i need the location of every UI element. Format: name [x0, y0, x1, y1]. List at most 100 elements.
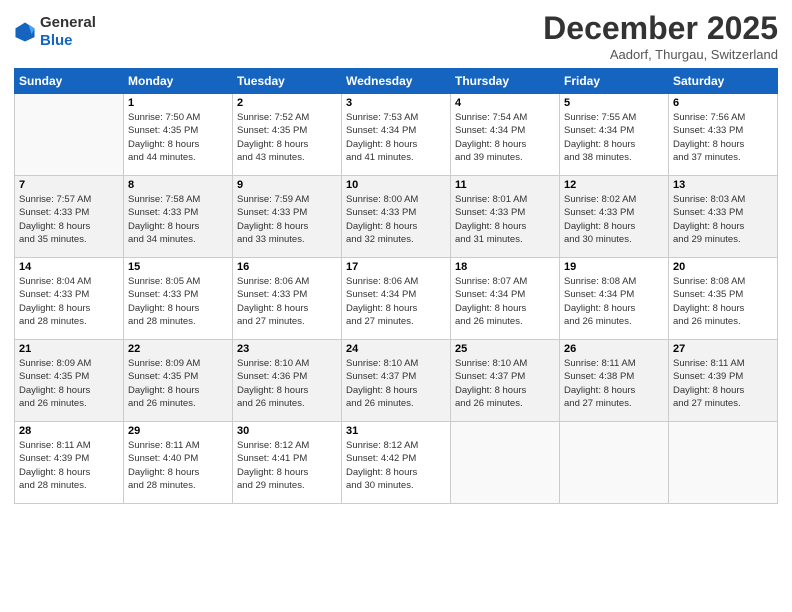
day-info: Sunrise: 7:59 AM Sunset: 4:33 PM Dayligh… — [237, 193, 337, 246]
day-number: 24 — [346, 343, 446, 355]
day-number: 19 — [564, 261, 664, 273]
day-cell: 2Sunrise: 7:52 AM Sunset: 4:35 PM Daylig… — [233, 94, 342, 176]
day-number: 14 — [19, 261, 119, 273]
day-cell: 11 Sunrise: 8:01 AM Sunset: 4:33 PM Dayli… — [451, 176, 560, 258]
day-number: 22 — [128, 343, 228, 355]
day-cell: 6 Sunrise: 7:56 AM Sunset: 4:33 PM Daylig… — [669, 94, 778, 176]
day-cell: 16 Sunrise: 8:06 AM Sunset: 4:33 PM Dayli… — [233, 258, 342, 340]
weekday-header-saturday: Saturday — [669, 69, 778, 94]
logo-icon — [14, 21, 36, 43]
day-number: 5 — [564, 97, 664, 109]
day-number: 29 — [128, 425, 228, 437]
day-number: 18 — [455, 261, 555, 273]
day-cell — [451, 422, 560, 504]
day-cell: 29Sunrise: 8:11 AM Sunset: 4:40 PM Dayli… — [124, 422, 233, 504]
logo: General Blue — [14, 14, 96, 50]
weekday-header-monday: Monday — [124, 69, 233, 94]
day-number: 30 — [237, 425, 337, 437]
day-cell: 23 Sunrise: 8:10 AM Sunset: 4:36 PM Dayli… — [233, 340, 342, 422]
day-info: Sunrise: 7:56 AM Sunset: 4:33 PM Dayligh… — [673, 111, 773, 164]
day-info: Sunrise: 8:10 AM Sunset: 4:36 PM Dayligh… — [237, 357, 337, 410]
day-info: Sunrise: 7:55 AM Sunset: 4:34 PM Dayligh… — [564, 111, 664, 164]
week-row-3: 14 Sunrise: 8:04 AM Sunset: 4:33 PM Dayli… — [15, 258, 778, 340]
day-number: 16 — [237, 261, 337, 273]
day-info: Sunrise: 7:54 AM Sunset: 4:34 PM Dayligh… — [455, 111, 555, 164]
day-info: Sunrise: 8:11 AM Sunset: 4:39 PM Dayligh… — [19, 439, 119, 492]
day-info: Sunrise: 8:12 AM Sunset: 4:42 PM Dayligh… — [346, 439, 446, 492]
week-row-2: 7 Sunrise: 7:57 AM Sunset: 4:33 PM Daylig… — [15, 176, 778, 258]
week-row-5: 28 Sunrise: 8:11 AM Sunset: 4:39 PM Dayli… — [15, 422, 778, 504]
weekday-header-row: SundayMondayTuesdayWednesdayThursdayFrid… — [15, 69, 778, 94]
logo-text-blue: Blue — [40, 32, 96, 50]
day-info: Sunrise: 8:06 AM Sunset: 4:33 PM Dayligh… — [237, 275, 337, 328]
day-info: Sunrise: 8:10 AM Sunset: 4:37 PM Dayligh… — [455, 357, 555, 410]
day-info: Sunrise: 8:00 AM Sunset: 4:33 PM Dayligh… — [346, 193, 446, 246]
day-info: Sunrise: 8:10 AM Sunset: 4:37 PM Dayligh… — [346, 357, 446, 410]
day-number: 2 — [237, 97, 337, 109]
day-info: Sunrise: 8:03 AM Sunset: 4:33 PM Dayligh… — [673, 193, 773, 246]
day-number: 7 — [19, 179, 119, 191]
day-number: 1 — [128, 97, 228, 109]
day-number: 11 — [455, 179, 555, 191]
weekday-header-sunday: Sunday — [15, 69, 124, 94]
day-info: Sunrise: 7:58 AM Sunset: 4:33 PM Dayligh… — [128, 193, 228, 246]
title-block: December 2025 Aadorf, Thurgau, Switzerla… — [543, 10, 778, 62]
weekday-header-thursday: Thursday — [451, 69, 560, 94]
location-subtitle: Aadorf, Thurgau, Switzerland — [543, 47, 778, 62]
day-info: Sunrise: 8:09 AM Sunset: 4:35 PM Dayligh… — [128, 357, 228, 410]
day-cell: 8 Sunrise: 7:58 AM Sunset: 4:33 PM Daylig… — [124, 176, 233, 258]
day-info: Sunrise: 8:06 AM Sunset: 4:34 PM Dayligh… — [346, 275, 446, 328]
day-info: Sunrise: 8:11 AM Sunset: 4:39 PM Dayligh… — [673, 357, 773, 410]
day-info: Sunrise: 8:04 AM Sunset: 4:33 PM Dayligh… — [19, 275, 119, 328]
day-number: 8 — [128, 179, 228, 191]
week-row-4: 21Sunrise: 8:09 AM Sunset: 4:35 PM Dayli… — [15, 340, 778, 422]
day-cell: 19 Sunrise: 8:08 AM Sunset: 4:34 PM Dayli… — [560, 258, 669, 340]
day-info: Sunrise: 7:57 AM Sunset: 4:33 PM Dayligh… — [19, 193, 119, 246]
calendar-body: 1 Sunrise: 7:50 AM Sunset: 4:35 PM Daylig… — [15, 94, 778, 504]
day-cell: 4 Sunrise: 7:54 AM Sunset: 4:34 PM Daylig… — [451, 94, 560, 176]
day-cell: 31 Sunrise: 8:12 AM Sunset: 4:42 PM Dayli… — [342, 422, 451, 504]
day-number: 15 — [128, 261, 228, 273]
day-cell — [15, 94, 124, 176]
day-number: 4 — [455, 97, 555, 109]
day-number: 26 — [564, 343, 664, 355]
day-info: Sunrise: 8:05 AM Sunset: 4:33 PM Dayligh… — [128, 275, 228, 328]
day-cell: 24 Sunrise: 8:10 AM Sunset: 4:37 PM Dayli… — [342, 340, 451, 422]
day-cell: 7 Sunrise: 7:57 AM Sunset: 4:33 PM Daylig… — [15, 176, 124, 258]
logo-text-general: General — [40, 14, 96, 32]
day-info: Sunrise: 8:01 AM Sunset: 4:33 PM Dayligh… — [455, 193, 555, 246]
day-cell: 3Sunrise: 7:53 AM Sunset: 4:34 PM Daylig… — [342, 94, 451, 176]
page-container: General Blue December 2025 Aadorf, Thurg… — [0, 0, 792, 512]
month-title: December 2025 — [543, 10, 778, 47]
day-number: 23 — [237, 343, 337, 355]
day-info: Sunrise: 8:08 AM Sunset: 4:34 PM Dayligh… — [564, 275, 664, 328]
day-info: Sunrise: 8:12 AM Sunset: 4:41 PM Dayligh… — [237, 439, 337, 492]
day-cell: 25Sunrise: 8:10 AM Sunset: 4:37 PM Dayli… — [451, 340, 560, 422]
day-number: 17 — [346, 261, 446, 273]
day-number: 12 — [564, 179, 664, 191]
day-cell — [560, 422, 669, 504]
day-number: 28 — [19, 425, 119, 437]
day-number: 13 — [673, 179, 773, 191]
day-number: 6 — [673, 97, 773, 109]
day-number: 9 — [237, 179, 337, 191]
day-cell: 12 Sunrise: 8:02 AM Sunset: 4:33 PM Dayli… — [560, 176, 669, 258]
day-number: 31 — [346, 425, 446, 437]
day-info: Sunrise: 8:11 AM Sunset: 4:38 PM Dayligh… — [564, 357, 664, 410]
day-cell: 1 Sunrise: 7:50 AM Sunset: 4:35 PM Daylig… — [124, 94, 233, 176]
weekday-header-friday: Friday — [560, 69, 669, 94]
day-cell: 17 Sunrise: 8:06 AM Sunset: 4:34 PM Dayli… — [342, 258, 451, 340]
day-info: Sunrise: 7:50 AM Sunset: 4:35 PM Dayligh… — [128, 111, 228, 164]
day-info: Sunrise: 8:09 AM Sunset: 4:35 PM Dayligh… — [19, 357, 119, 410]
day-cell: 30 Sunrise: 8:12 AM Sunset: 4:41 PM Dayli… — [233, 422, 342, 504]
day-cell: 18Sunrise: 8:07 AM Sunset: 4:34 PM Dayli… — [451, 258, 560, 340]
day-cell: 15 Sunrise: 8:05 AM Sunset: 4:33 PM Dayli… — [124, 258, 233, 340]
day-cell: 9 Sunrise: 7:59 AM Sunset: 4:33 PM Daylig… — [233, 176, 342, 258]
weekday-header-tuesday: Tuesday — [233, 69, 342, 94]
day-cell: 14 Sunrise: 8:04 AM Sunset: 4:33 PM Dayli… — [15, 258, 124, 340]
day-cell: 26 Sunrise: 8:11 AM Sunset: 4:38 PM Dayli… — [560, 340, 669, 422]
day-number: 10 — [346, 179, 446, 191]
day-cell — [669, 422, 778, 504]
weekday-header-wednesday: Wednesday — [342, 69, 451, 94]
day-info: Sunrise: 8:02 AM Sunset: 4:33 PM Dayligh… — [564, 193, 664, 246]
